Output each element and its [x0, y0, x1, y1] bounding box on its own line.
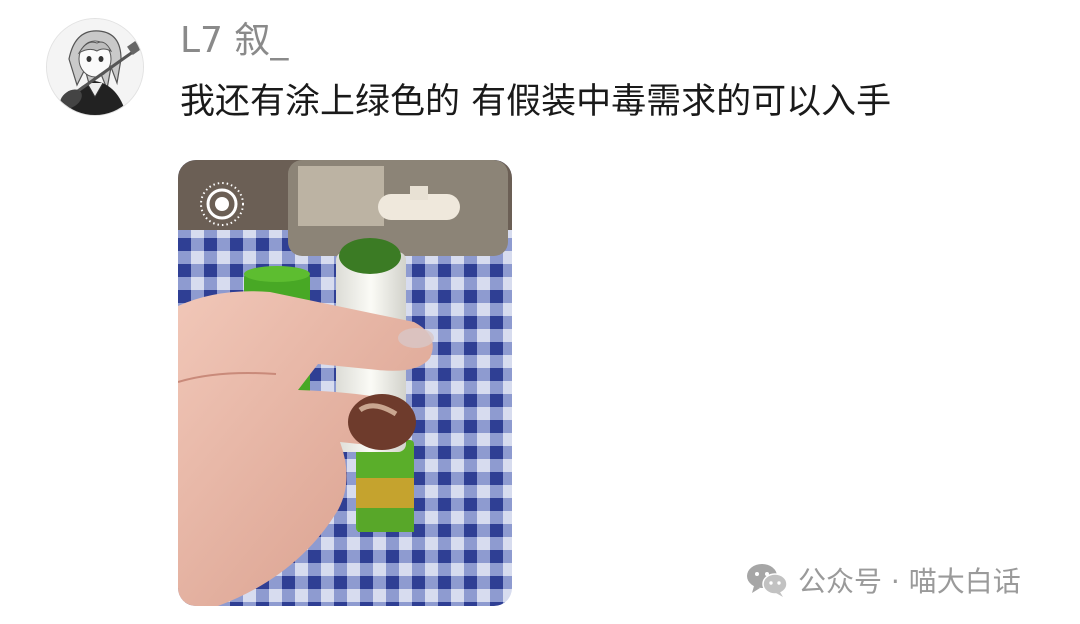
wechat-icon [747, 564, 788, 597]
watermark: 公众号 · 喵大白话 [746, 560, 1021, 600]
avatar[interactable] [46, 18, 144, 116]
live-photo-icon[interactable] [198, 180, 246, 228]
watermark-text: 公众号 · 喵大白话 [798, 565, 1021, 598]
anime-girl-guitar-avatar-image [47, 19, 143, 115]
post-photo[interactable] [178, 160, 512, 606]
username[interactable]: L7 叙_ [180, 20, 288, 62]
post-text: 我还有涂上绿色的 有假装中毒需求的可以入手 [180, 82, 892, 122]
